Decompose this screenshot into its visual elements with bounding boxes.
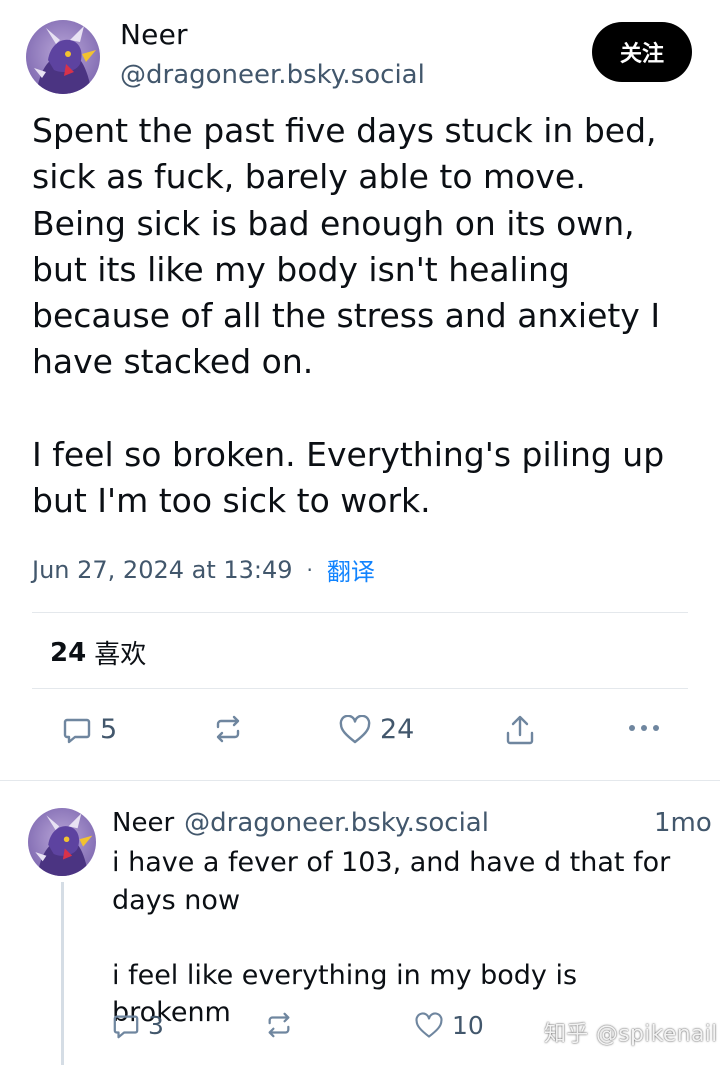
reply-timestamp[interactable]: 1mo	[654, 808, 712, 838]
likes-count: 24	[50, 637, 87, 668]
post-text: Spent the past five days stuck in bed, s…	[32, 111, 665, 521]
section-divider	[0, 780, 720, 781]
author-handle[interactable]: @dragoneer.bsky.social	[120, 60, 425, 90]
reply-reply-count: 3	[148, 1011, 164, 1040]
divider	[32, 612, 688, 613]
more-options-button[interactable]	[627, 722, 661, 734]
likes-summary[interactable]: 24 喜欢	[50, 634, 146, 671]
post-meta: Jun 27, 2024 at 13:49 · 翻译	[32, 552, 375, 587]
reply-bubble-icon	[63, 718, 91, 743]
share-icon	[506, 715, 534, 745]
reply-bubble-icon	[113, 1015, 139, 1038]
translate-link[interactable]: 翻译	[327, 552, 375, 587]
more-dots-icon	[629, 725, 659, 731]
follow-button[interactable]: 关注	[592, 22, 692, 82]
heart-icon	[339, 714, 371, 743]
reply-repost-button[interactable]	[264, 1011, 294, 1039]
repost-icon	[216, 715, 240, 743]
reply-avatar[interactable]	[28, 808, 96, 876]
reply-reply-button[interactable]: 3	[112, 1011, 164, 1040]
thread-line	[61, 882, 64, 1065]
dragon-avatar-icon	[28, 808, 96, 876]
heart-icon	[415, 1011, 443, 1038]
reply-header: Neer @dragoneer.bsky.social	[112, 808, 712, 838]
divider	[32, 688, 688, 689]
reply-author-handle[interactable]: @dragoneer.bsky.social	[184, 808, 489, 838]
author-avatar[interactable]	[26, 20, 100, 94]
reply-like-count: 10	[452, 1011, 484, 1040]
meta-separator: ·	[306, 557, 313, 582]
watermark: 知乎 @spikenail	[544, 1022, 718, 1047]
dragon-avatar-icon	[26, 20, 100, 94]
like-count: 24	[380, 714, 415, 745]
author-name[interactable]: Neer	[120, 18, 188, 51]
reply-like-button[interactable]: 10	[414, 1011, 484, 1040]
reply-button[interactable]: 5	[62, 714, 117, 745]
like-button[interactable]: 24	[338, 714, 414, 745]
repost-button[interactable]	[212, 714, 244, 744]
reply-count: 5	[100, 714, 118, 745]
reply-text: i have a fever of 103, and have d that f…	[112, 847, 671, 1028]
reply-author-name[interactable]: Neer	[112, 808, 174, 838]
likes-label: 喜欢	[94, 640, 147, 670]
repost-icon	[268, 1012, 290, 1038]
share-button[interactable]	[504, 714, 536, 746]
post-timestamp[interactable]: Jun 27, 2024 at 13:49	[32, 556, 293, 584]
